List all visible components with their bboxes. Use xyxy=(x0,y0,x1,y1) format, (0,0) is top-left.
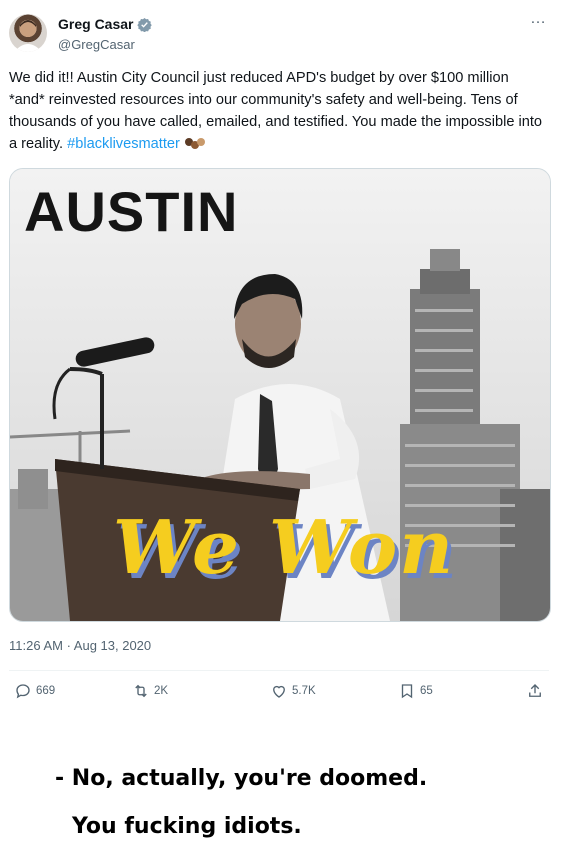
hashtag-link[interactable]: #blacklivesmatter xyxy=(67,136,180,152)
bookmark-icon xyxy=(401,684,413,699)
reply-button[interactable]: 669 xyxy=(14,682,55,700)
avatar[interactable] xyxy=(9,14,47,52)
tweet-card: Greg Casar @GregCasar … We did it!! Aust… xyxy=(0,0,563,715)
bookmark-button[interactable]: 65 xyxy=(398,682,433,700)
retweet-count: 2K xyxy=(154,685,169,697)
heart-icon xyxy=(273,685,285,698)
author-handle[interactable]: @GregCasar xyxy=(58,37,135,52)
author-name[interactable]: Greg Casar xyxy=(58,16,133,32)
action-bar: 669 2K 5.7K 65 xyxy=(14,682,549,706)
like-count: 5.7K xyxy=(292,685,316,697)
reply-count: 669 xyxy=(36,685,56,697)
share-icon xyxy=(529,684,541,697)
retweet-button[interactable]: 2K xyxy=(132,682,168,700)
bookmark-count: 65 xyxy=(420,685,433,697)
retweet-icon xyxy=(135,684,147,698)
share-button[interactable] xyxy=(526,682,544,700)
more-options-icon[interactable]: … xyxy=(530,10,547,28)
caption-line-2: You fucking idiots. xyxy=(72,814,302,839)
verified-badge-icon xyxy=(137,17,153,32)
image-title: AUSTIN xyxy=(24,180,239,243)
tweet-text: We did it!! Austin City Council just red… xyxy=(9,67,544,155)
divider xyxy=(9,670,549,671)
raised-fists-emoji-icon xyxy=(184,138,205,150)
caption-line-1: - No, actually, you're doomed. xyxy=(55,766,428,791)
reply-icon xyxy=(16,684,30,699)
like-button[interactable]: 5.7K xyxy=(270,682,316,700)
image-banner: We Won xyxy=(112,505,456,591)
tweet-timestamp[interactable]: 11:26 AM · Aug 13, 2020 xyxy=(9,638,151,653)
